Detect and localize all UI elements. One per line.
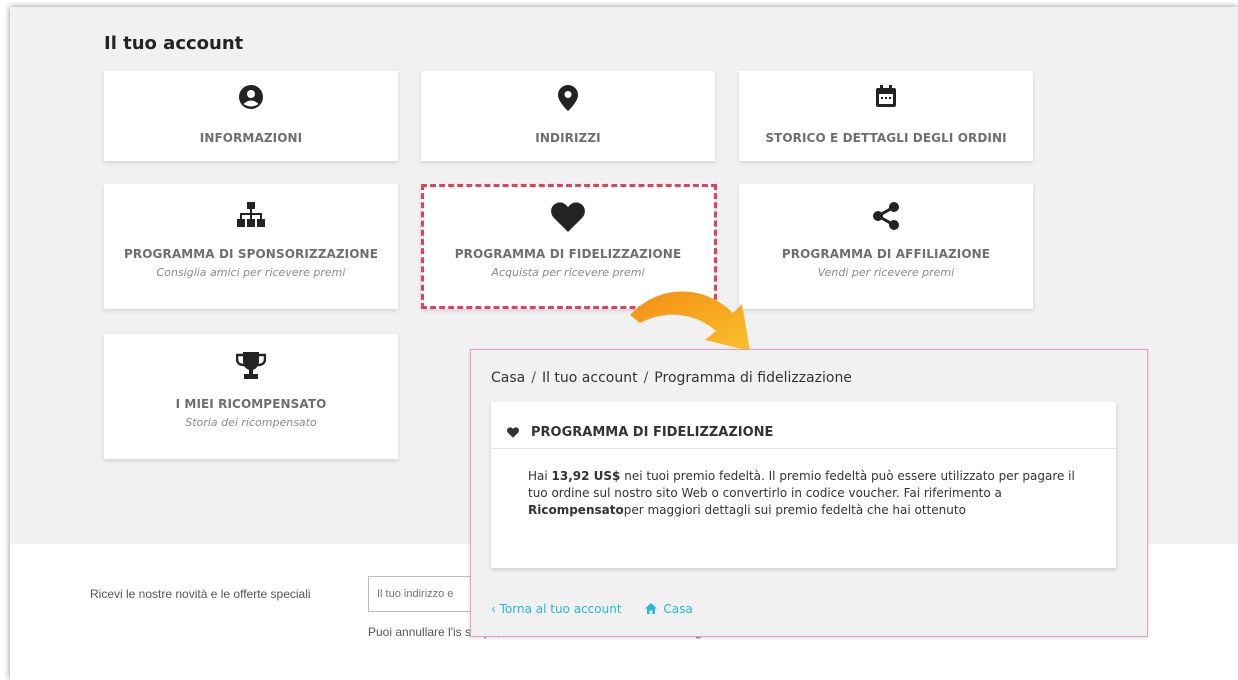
body-text: per maggiori dettagli sui premio fedeltà… (623, 503, 966, 517)
breadcrumb-separator: / (531, 370, 536, 386)
breadcrumb-separator: / (643, 370, 649, 386)
tile-subtitle: Consiglia amici per ricevere premi (156, 266, 346, 279)
tile-title: I MIEI RICOMPENSATO (175, 397, 327, 411)
home-icon (645, 603, 658, 614)
tile-affiliazione[interactable]: PROGRAMMA DI AFFILIAZIONE Vendi per rice… (739, 184, 1033, 309)
loyalty-program-popup: Casa / Il tuo account / Programma di fideliz… (470, 349, 1148, 637)
tile-ricompensato[interactable]: I MIEI RICOMPENSATO Storia dei ricompens… (104, 334, 398, 459)
tile-subtitle: Storia dei ricompensato (185, 416, 317, 429)
map-pin-icon (558, 85, 578, 111)
ricompensato-link[interactable]: Ricompensato (528, 503, 624, 517)
newsletter-label: Ricevi le nostre novità e le offerte spe… (90, 587, 311, 601)
tile-title: PROGRAMMA DI FIDELIZZAZIONE (454, 247, 682, 261)
tile-storico-ordini[interactable]: STORICO E DETTAGLI DEGLI ORDINI (739, 71, 1033, 161)
breadcrumb-current: Programma di fidelizzazione (654, 370, 852, 386)
tile-informazioni[interactable]: INFORMAZIONI (104, 71, 398, 161)
account-page: Il tuo account INFORMAZIONI INDIRIZZI ST… (10, 7, 1238, 680)
home-link-label: Casa (663, 602, 693, 616)
tile-sponsorizzazione[interactable]: PROGRAMMA DI SPONSORIZZAZIONE Consiglia … (104, 184, 398, 309)
trophy-icon (236, 352, 266, 379)
tile-title: PROGRAMMA DI AFFILIAZIONE (781, 247, 991, 261)
sitemap-icon (237, 202, 265, 227)
page-title: Il tuo account (104, 33, 244, 54)
tile-title: PROGRAMMA DI SPONSORIZZAZIONE (124, 247, 378, 261)
breadcrumb: Casa / Il tuo account / Programma di fideliz… (491, 370, 852, 386)
heart-icon (551, 202, 585, 232)
calendar-icon (876, 85, 896, 107)
card-header: PROGRAMMA DI FIDELIZZAZIONE (491, 402, 1116, 449)
card-title: PROGRAMMA DI FIDELIZZAZIONE (531, 424, 774, 440)
tile-subtitle: Acquista per ricevere premi (491, 266, 645, 279)
tile-title: INFORMAZIONI (199, 131, 303, 145)
heart-icon (507, 426, 519, 438)
tile-title: STORICO E DETTAGLI DEGLI ORDINI (765, 131, 1007, 145)
breadcrumb-account[interactable]: Il tuo account (542, 370, 638, 386)
home-link[interactable]: Casa (645, 602, 693, 616)
points-amount: 13,92 US$ (551, 469, 621, 483)
body-text: Hai (528, 469, 552, 483)
tile-title: INDIRIZZI (535, 131, 601, 145)
tile-subtitle: Vendi per ricevere premi (817, 266, 955, 279)
breadcrumb-casa[interactable]: Casa (491, 370, 525, 386)
tile-indirizzi[interactable]: INDIRIZZI (421, 71, 715, 161)
back-to-account-link[interactable]: ‹ Torna al tuo account (491, 602, 622, 616)
share-icon (873, 202, 899, 230)
loyalty-card: PROGRAMMA DI FIDELIZZAZIONE Hai 13,92 US… (491, 402, 1116, 568)
user-circle-icon (239, 85, 263, 109)
popup-links: ‹ Torna al tuo account Casa (491, 602, 713, 616)
card-body: Hai 13,92 US$ nei tuoi premio fedeltà. I… (491, 449, 1116, 519)
